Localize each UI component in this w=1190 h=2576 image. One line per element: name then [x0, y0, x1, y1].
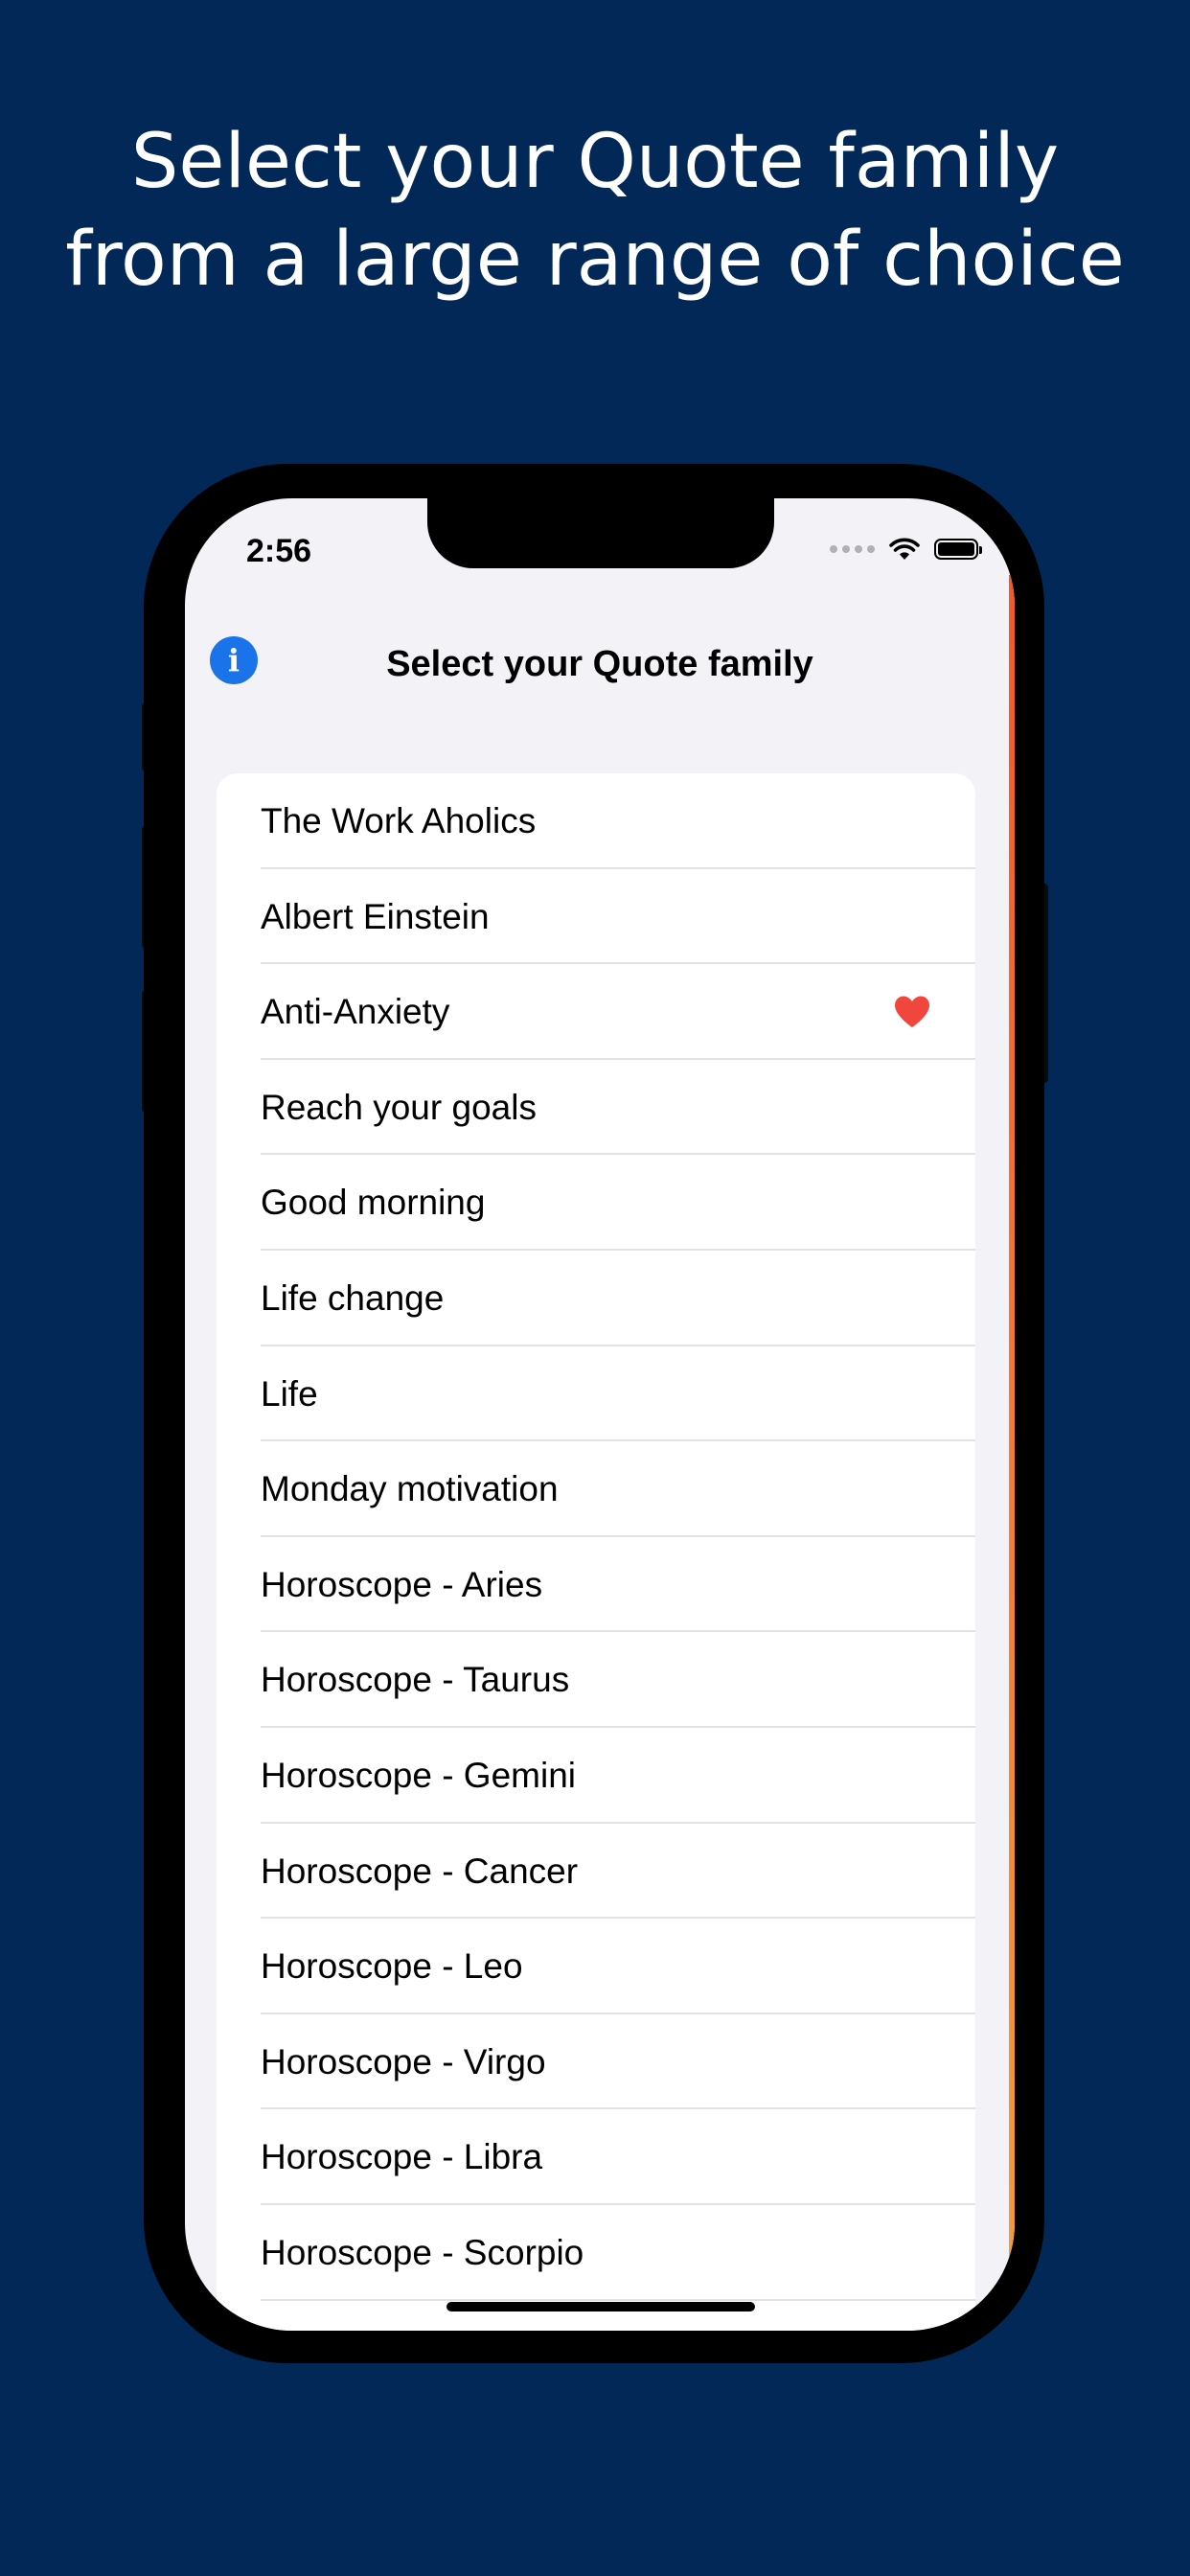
list-item[interactable]: Anti-Anxiety — [217, 964, 975, 1060]
wifi-icon — [889, 538, 920, 560]
signal-dots-icon — [830, 545, 875, 553]
list-item-label: Horoscope - Leo — [261, 1946, 523, 1987]
promo-headline: Select your Quote family from a large ra… — [0, 113, 1190, 309]
home-indicator[interactable] — [446, 2302, 755, 2312]
list-item-label: Horoscope - Cancer — [261, 1851, 579, 1891]
battery-icon — [934, 539, 982, 560]
row-separator — [261, 2298, 975, 2301]
list-item-label: Horoscope - Scorpio — [261, 2232, 584, 2272]
list-item[interactable]: Monday motivation — [217, 1441, 975, 1537]
list-item[interactable]: Horoscope - Libra — [217, 2109, 975, 2205]
list-item[interactable]: Horoscope - Cancer — [217, 1824, 975, 1920]
list-item-label: Horoscope - Libra — [261, 2137, 543, 2177]
list-item-label: Life change — [261, 1277, 445, 1318]
status-indicators — [830, 537, 982, 562]
list-item[interactable]: Horoscope - Virgo — [217, 2014, 975, 2110]
list-item-label: Horoscope - Taurus — [261, 1660, 570, 1700]
quote-family-list: The Work Aholics Albert Einstein Anti-Anxi… — [217, 773, 975, 2331]
notch — [427, 498, 774, 568]
list-item[interactable]: Life — [217, 1346, 975, 1442]
list-item[interactable]: Horoscope - Leo — [217, 1919, 975, 2014]
list-item-label: Anti-Anxiety — [261, 992, 450, 1032]
headline-line-1: Select your Quote family — [130, 119, 1060, 205]
list-item-label: Good morning — [261, 1183, 486, 1223]
list-item[interactable]: Horoscope - Gemini — [217, 1728, 975, 1824]
favorite-heart-icon[interactable] — [893, 995, 931, 1029]
phone-screen: 2:56 i Select your Quote family The Work… — [185, 498, 1015, 2331]
list-item-label: Albert Einstein — [261, 896, 490, 936]
list-item[interactable]: Horoscope - Scorpio — [217, 2205, 975, 2301]
screen-edge-accent — [1009, 575, 1015, 2281]
list-item-label: Horoscope - Aries — [261, 1564, 543, 1604]
list-item-label: Horoscope - Gemini — [261, 1755, 577, 1795]
headline-line-2: from a large range of choice — [65, 217, 1125, 303]
list-item[interactable]: Reach your goals — [217, 1060, 975, 1156]
list-item-label: Monday motivation — [261, 1469, 559, 1509]
list-item[interactable]: The Work Aholics — [217, 773, 975, 869]
list-item[interactable]: Horoscope - Aries — [217, 1537, 975, 1633]
list-item-label: Life — [261, 1373, 318, 1414]
list-item-label: Horoscope - Virgo — [261, 2041, 546, 2082]
navigation-bar: i Select your Quote family — [185, 604, 1015, 700]
list-item[interactable]: Horoscope - Taurus — [217, 1632, 975, 1728]
page-title: Select your Quote family — [386, 644, 813, 684]
list-item-label: Reach your goals — [261, 1087, 537, 1127]
list-item[interactable]: Good morning — [217, 1155, 975, 1251]
list-item[interactable]: Life change — [217, 1251, 975, 1346]
status-time: 2:56 — [246, 533, 312, 569]
list-item-label: The Work Aholics — [261, 801, 537, 840]
list-item[interactable]: Albert Einstein — [217, 869, 975, 965]
